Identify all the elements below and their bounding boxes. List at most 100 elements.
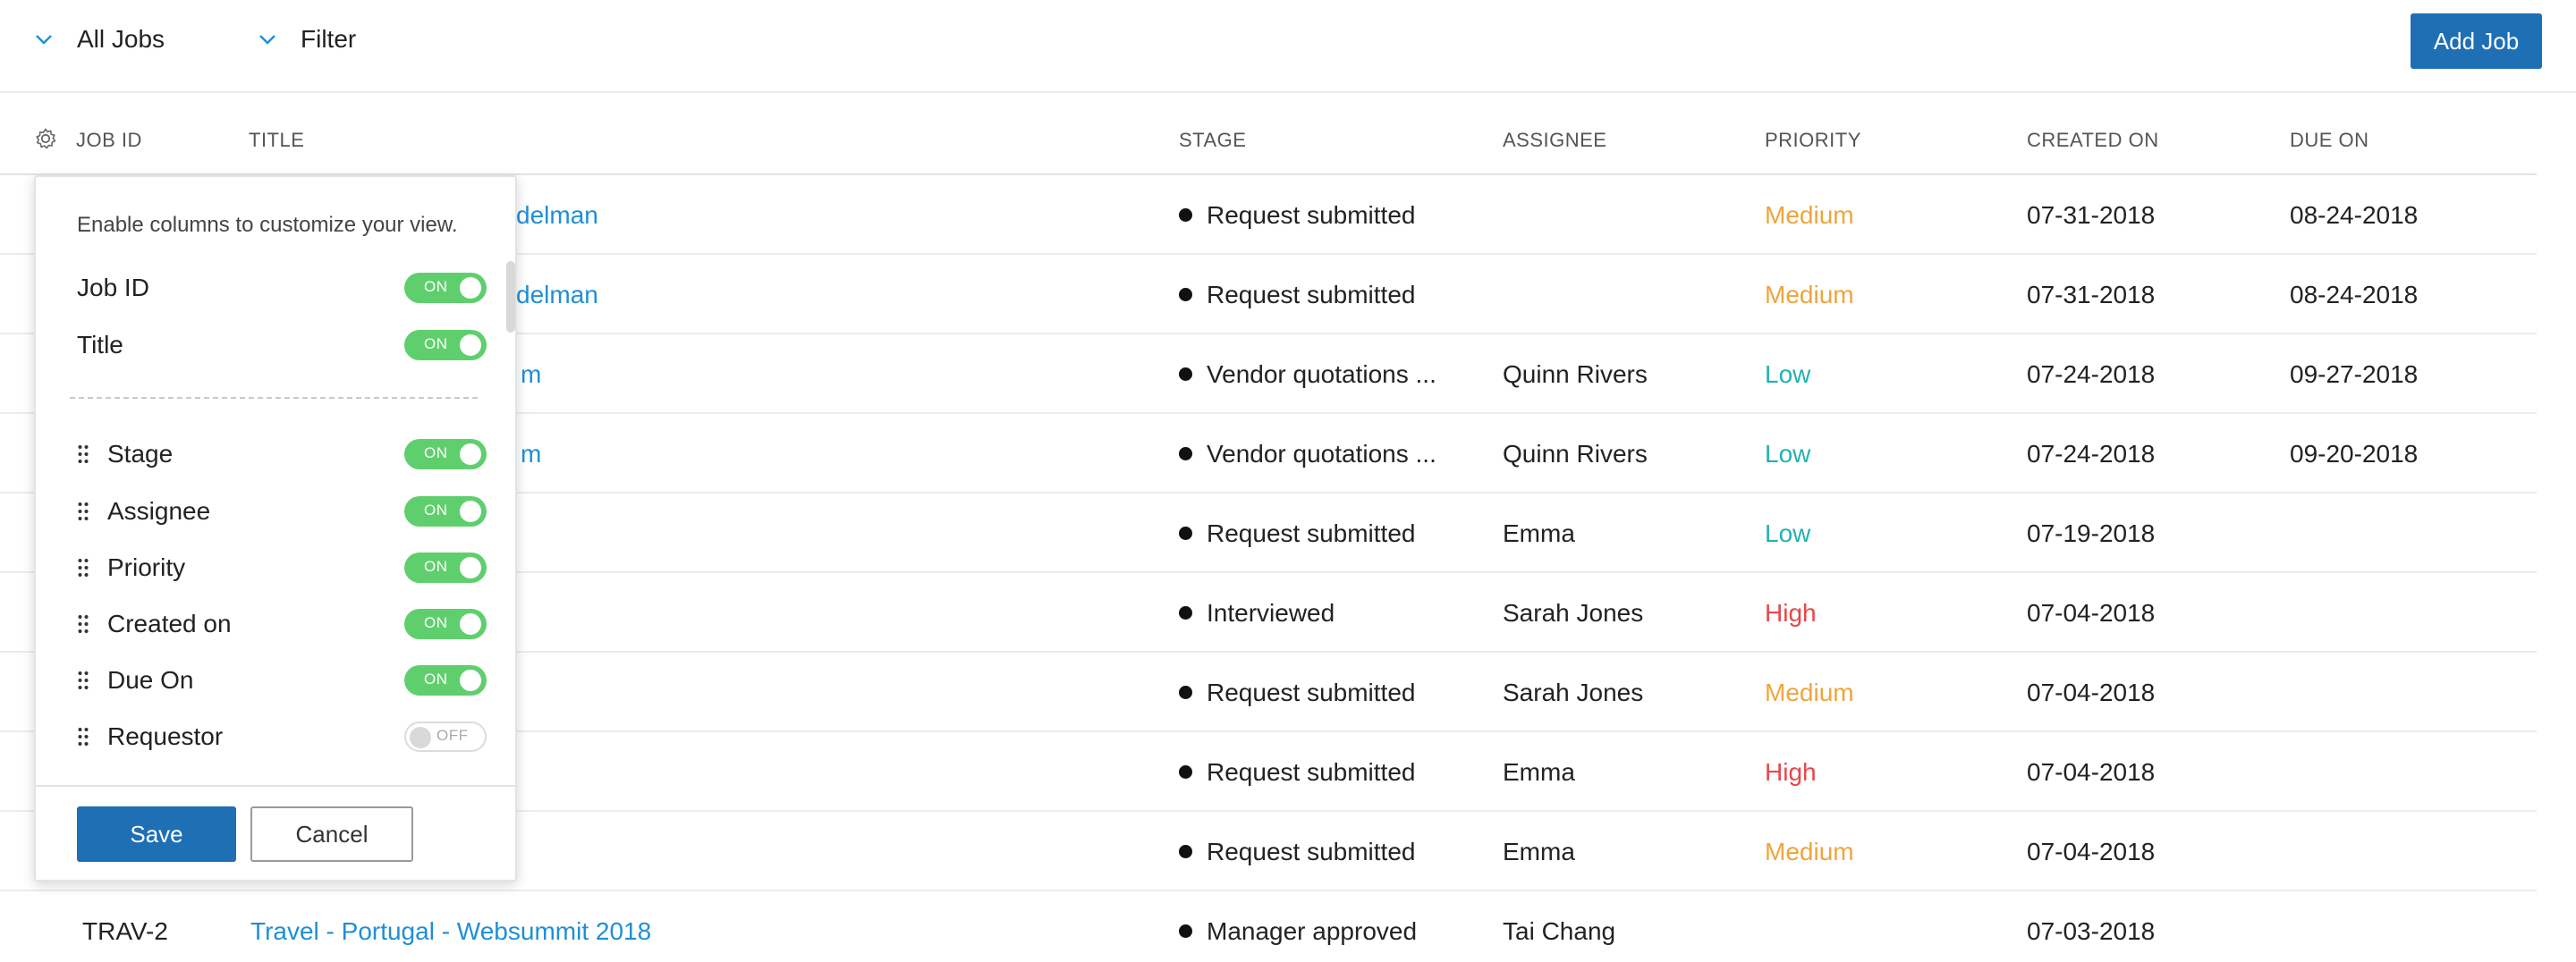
- stage-cell: Request submitted: [1179, 732, 1415, 812]
- cancel-button[interactable]: Cancel: [250, 806, 413, 862]
- drag-handle-icon[interactable]: [77, 558, 89, 578]
- column-option-label: Job ID: [77, 274, 149, 301]
- table-row[interactable]: TRAV-2 Travel - Portugal - Websummit 201…: [0, 891, 2537, 962]
- save-button[interactable]: Save: [77, 806, 236, 862]
- stage-text: Interviewed: [1207, 598, 1335, 627]
- column-option-title: Title ON: [36, 327, 501, 363]
- toggle-knob: [460, 670, 481, 691]
- column-toggle-job-id[interactable]: ON: [404, 273, 487, 303]
- toggle-state-label: ON: [424, 614, 448, 631]
- due-on-cell: 09-27-2018: [2290, 359, 2419, 388]
- created-on-cell: 07-04-2018: [2027, 678, 2156, 706]
- drag-handle-icon[interactable]: [77, 727, 89, 747]
- assignee-cell: Emma: [1503, 837, 1575, 865]
- stage-cell: Vendor quotations ...: [1179, 334, 1436, 414]
- column-chooser-footer: Save Cancel: [36, 785, 515, 882]
- column-toggle-title[interactable]: ON: [404, 330, 487, 360]
- toggle-knob: [460, 613, 481, 635]
- created-on-cell: 07-24-2018: [2027, 439, 2156, 468]
- column-toggle-priority[interactable]: ON: [404, 553, 487, 583]
- header-title[interactable]: TITLE: [249, 129, 304, 152]
- assignee-cell: Quinn Rivers: [1503, 439, 1648, 468]
- column-toggle-due-on[interactable]: ON: [404, 665, 487, 696]
- header-due-on[interactable]: DUE ON: [2290, 129, 2369, 152]
- toggle-state-label: OFF: [436, 727, 469, 744]
- stage-cell: Request submitted: [1179, 175, 1415, 255]
- stage-dot-icon: [1179, 288, 1192, 301]
- assignee-cell: Tai Chang: [1503, 916, 1616, 945]
- column-toggle-stage[interactable]: ON: [404, 439, 487, 469]
- filter-dropdown[interactable]: Filter: [258, 25, 356, 54]
- stage-text: Request submitted: [1207, 678, 1416, 706]
- toggle-state-label: ON: [424, 278, 448, 295]
- job-title-link[interactable]: m: [521, 414, 541, 494]
- drag-handle-icon[interactable]: [77, 502, 89, 521]
- stage-cell: Manager approved: [1179, 891, 1417, 962]
- column-toggle-assignee[interactable]: ON: [404, 496, 487, 527]
- stage-dot-icon: [1179, 845, 1192, 858]
- header-created-on[interactable]: CREATED ON: [2027, 129, 2159, 152]
- priority-cell: Medium: [1765, 678, 1854, 706]
- header-priority[interactable]: PRIORITY: [1765, 129, 1861, 152]
- job-title-link[interactable]: delman: [516, 255, 598, 334]
- table-header: JOB ID TITLE STAGE ASSIGNEE PRIORITY CRE…: [0, 105, 2537, 175]
- column-chooser-popover: Enable columns to customize your view. J…: [34, 175, 517, 882]
- stage-cell: Request submitted: [1179, 812, 1415, 891]
- toggle-state-label: ON: [424, 558, 448, 575]
- stage-text: Manager approved: [1207, 916, 1418, 945]
- toggle-knob: [460, 334, 481, 356]
- column-divider: [70, 397, 478, 399]
- column-option-stage: Stage ON: [36, 436, 501, 472]
- filter-dropdown-label: Filter: [301, 25, 357, 53]
- popover-scrollbar[interactable]: [506, 261, 515, 333]
- toggle-knob: [410, 727, 431, 748]
- drag-handle-icon[interactable]: [77, 444, 89, 464]
- stage-dot-icon: [1179, 527, 1192, 540]
- due-on-cell: 09-20-2018: [2290, 439, 2419, 468]
- column-option-label: Assignee: [107, 497, 211, 525]
- stage-cell: Request submitted: [1179, 494, 1415, 573]
- column-option-due-on: Due On ON: [36, 662, 501, 698]
- job-title-link[interactable]: m: [521, 334, 541, 414]
- toggle-state-label: ON: [424, 335, 448, 352]
- priority-cell: Low: [1765, 359, 1811, 388]
- header-assignee[interactable]: ASSIGNEE: [1503, 129, 1606, 152]
- created-on-cell: 07-04-2018: [2027, 837, 2156, 865]
- view-dropdown[interactable]: All Jobs: [34, 25, 165, 54]
- header-stage[interactable]: STAGE: [1179, 129, 1246, 152]
- job-title-link[interactable]: Travel - Portugal - Websummit 2018: [250, 891, 651, 962]
- column-toggle-requestor[interactable]: OFF: [404, 722, 487, 752]
- header-job-id[interactable]: JOB ID: [76, 129, 142, 152]
- column-option-label: Created on: [107, 610, 232, 637]
- created-on-cell: 07-04-2018: [2027, 598, 2156, 627]
- stage-cell: Request submitted: [1179, 653, 1415, 732]
- priority-cell: Low: [1765, 439, 1811, 468]
- stage-text: Request submitted: [1207, 280, 1416, 308]
- created-on-cell: 07-31-2018: [2027, 280, 2156, 308]
- created-on-cell: 07-24-2018: [2027, 359, 2156, 388]
- drag-handle-icon[interactable]: [77, 671, 89, 690]
- column-option-created-on: Created on ON: [36, 606, 501, 642]
- gear-icon[interactable]: [34, 127, 57, 150]
- column-option-requestor: Requestor OFF: [36, 719, 501, 755]
- add-job-button[interactable]: Add Job: [2411, 13, 2542, 69]
- drag-handle-icon[interactable]: [77, 614, 89, 634]
- priority-cell: Medium: [1765, 200, 1854, 229]
- chevron-down-icon: [36, 35, 52, 45]
- column-option-priority: Priority ON: [36, 550, 501, 586]
- stage-dot-icon: [1179, 606, 1192, 620]
- created-on-cell: 07-31-2018: [2027, 200, 2156, 229]
- assignee-cell: Sarah Jones: [1503, 678, 1644, 706]
- priority-cell: Medium: [1765, 837, 1854, 865]
- column-option-label: Requestor: [107, 722, 224, 750]
- due-on-cell: 08-24-2018: [2290, 200, 2419, 229]
- job-id-cell: TRAV-2: [82, 916, 168, 945]
- stage-cell: Vendor quotations ...: [1179, 414, 1436, 494]
- stage-dot-icon: [1179, 447, 1192, 460]
- toggle-state-label: ON: [424, 502, 448, 519]
- stage-text: Vendor quotations ...: [1207, 439, 1436, 468]
- stage-text: Request submitted: [1207, 200, 1416, 229]
- column-toggle-created-on[interactable]: ON: [404, 609, 487, 639]
- job-title-link[interactable]: delman: [516, 175, 598, 255]
- toggle-state-label: ON: [424, 671, 448, 688]
